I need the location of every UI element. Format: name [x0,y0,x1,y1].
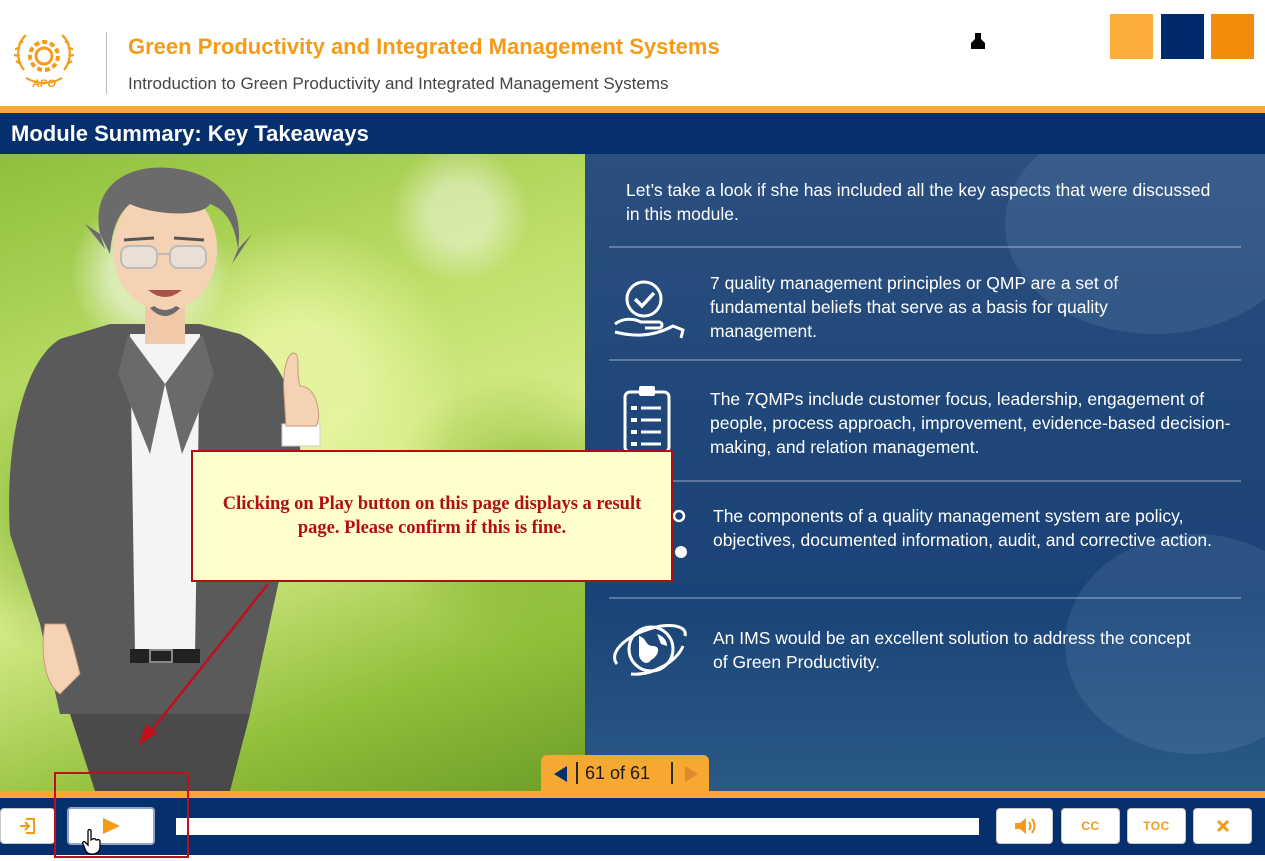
progress-bar[interactable] [176,818,979,835]
audio-icon [1014,818,1035,834]
exit-button[interactable] [0,808,55,844]
brand-swatch-light-orange [1110,14,1153,59]
course-subtitle: Introduction to Green Productivity and I… [128,74,669,93]
closed-captions-label: CC [1081,819,1100,833]
player-control-bar: CC TOC [0,798,1265,855]
close-button[interactable] [1193,808,1252,844]
takeaway-item-4: An IMS would be an excellent solution to… [713,628,1191,672]
logo-divider [106,32,107,94]
course-title: Green Productivity and Integrated Manage… [128,34,720,59]
globe-orbit-icon [613,624,687,676]
next-slide-icon[interactable] [681,764,701,784]
logo-text: APO [31,78,56,90]
hand-cursor-icon [82,829,101,855]
divider [609,597,1241,599]
takeaways-panel: Let’s take a look if she has included al… [585,154,1265,791]
slide-title: Module Summary: Key Takeaways [11,121,369,146]
audio-button[interactable] [996,808,1053,844]
exit-icon [19,818,35,834]
brand-swatch-navy [1161,14,1204,59]
divider [609,246,1241,248]
course-header: APO Green Productivity and Integrated Ma… [0,0,1265,106]
separator [576,762,578,784]
check-hand-icon [614,280,685,339]
takeaway-item-1: 7 quality management principles or QMP a… [710,273,1119,341]
bottom-strip [0,855,1265,861]
review-note-text: Clicking on Play button on this page dis… [222,494,642,538]
apo-logo: APO [14,34,74,90]
review-note-callout: Clicking on Play button on this page dis… [191,450,673,582]
divider [609,359,1241,361]
table-of-contents-button[interactable]: TOC [1127,808,1186,844]
separator [671,762,673,784]
previous-slide-icon[interactable] [551,764,571,784]
closed-captions-button[interactable]: CC [1061,808,1120,844]
page-navigator: 61 of 61 [541,755,709,791]
brand-swatch-orange [1211,14,1254,59]
progress-thumb[interactable] [971,33,985,49]
close-icon [1216,819,1229,833]
header-accent-bar [0,106,1265,113]
intro-text: Let’s take a look if she has included al… [626,180,1211,224]
takeaway-item-3: The components of a quality management s… [713,506,1213,550]
divider [609,480,1241,482]
takeaway-item-2: The 7QMPs include customer focus, leader… [710,389,1231,457]
play-button-highlight [54,772,189,858]
page-counter: 61 of 61 [585,763,651,783]
clipboard-list-icon [623,386,671,454]
table-of-contents-label: TOC [1143,819,1170,833]
footer-accent-bar [0,791,1265,798]
slide-title-bar: Module Summary: Key Takeaways [0,113,1265,154]
